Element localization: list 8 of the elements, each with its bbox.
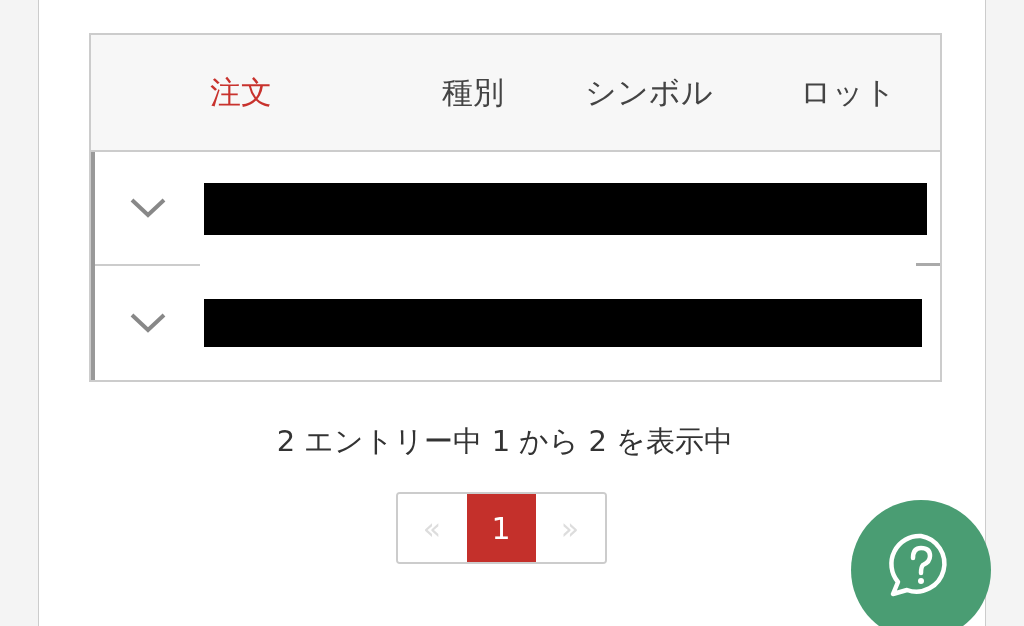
page-button[interactable]: 1 bbox=[466, 494, 536, 562]
entries-info: 2 エントリー中 1 から 2 を表示中 bbox=[276, 423, 734, 460]
chevron-icon[interactable] bbox=[128, 197, 167, 219]
column-header[interactable]: 注文 bbox=[210, 71, 442, 114]
column-header[interactable]: ロット bbox=[800, 71, 896, 114]
column-header[interactable]: シンボル bbox=[585, 71, 800, 114]
chevron-icon[interactable] bbox=[128, 312, 167, 334]
column-header[interactable]: 種別 bbox=[442, 71, 585, 114]
